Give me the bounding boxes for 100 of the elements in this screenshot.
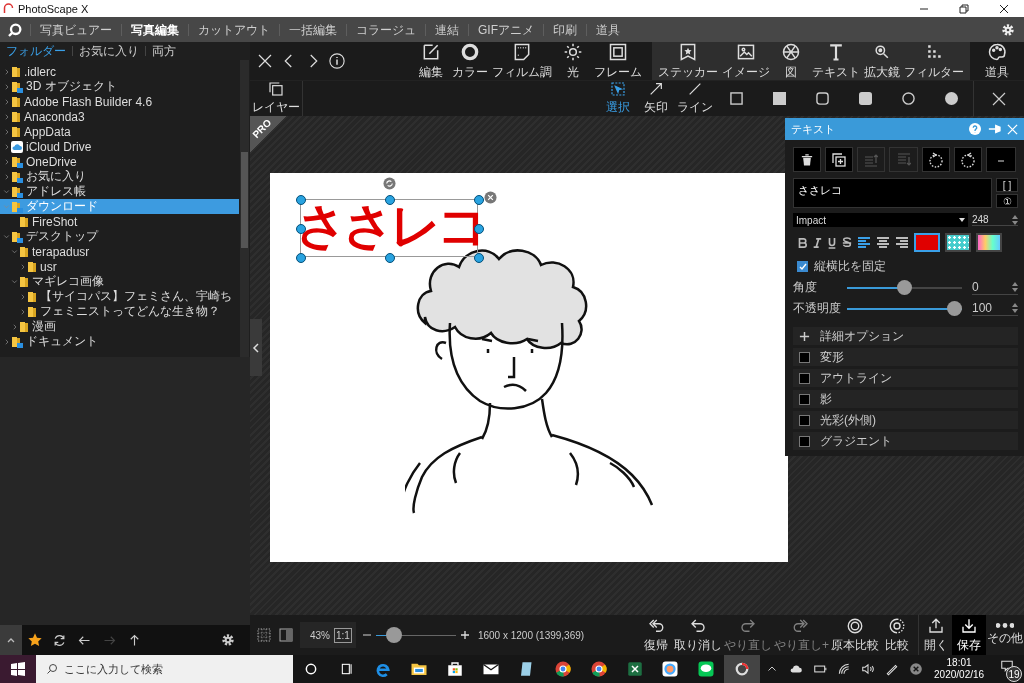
effect-option[interactable]: グラジエント <box>793 432 1018 450</box>
actual-size-button[interactable]: 1:1 <box>334 627 352 643</box>
slider-value-field[interactable]: 100 <box>972 301 1018 316</box>
folder-tree-item[interactable]: お気に入り <box>0 169 239 184</box>
rotate-left-button[interactable] <box>921 147 950 172</box>
bracket-button[interactable]: [ ] <box>996 178 1018 192</box>
chevron-icon[interactable] <box>2 187 11 196</box>
numbering-button[interactable]: ① <box>996 194 1018 208</box>
action-button[interactable]: 復帰 <box>639 615 673 655</box>
tool-button[interactable]: イメージ <box>720 42 772 80</box>
checkbox[interactable] <box>799 414 810 426</box>
checkbox[interactable] <box>799 435 810 447</box>
more-options-row[interactable]: 詳細オプション <box>793 327 1018 345</box>
tool-button[interactable]: 図 <box>772 42 810 80</box>
folder-tree-item[interactable]: フェミニストってどんな生き物？ <box>0 304 239 319</box>
menu-tab[interactable]: 一括編集 <box>279 23 346 36</box>
action-button[interactable]: 保存 <box>952 615 986 655</box>
collapse-panel-button[interactable] <box>250 319 262 376</box>
action-button[interactable]: その他 <box>986 615 1024 655</box>
clock[interactable]: 18:01 2020/02/16 <box>928 657 991 681</box>
action-button[interactable]: 比較 <box>880 615 914 655</box>
effect-option[interactable]: 光彩(外側) <box>793 411 1018 429</box>
checkbox[interactable] <box>799 372 810 384</box>
folder-tree-item[interactable]: Adobe Flash Builder 4.6 <box>0 94 239 109</box>
folder-tree-item[interactable]: .idlerc <box>0 64 239 79</box>
chevron-icon[interactable] <box>10 277 19 286</box>
menu-tab[interactable]: 連結 <box>425 23 468 36</box>
delete-button[interactable] <box>793 147 822 172</box>
align-button[interactable] <box>876 236 890 249</box>
tool-button[interactable]: 編集 <box>412 42 450 80</box>
start-button[interactable] <box>0 655 36 683</box>
checkbox[interactable] <box>799 351 810 363</box>
tool-button[interactable]: 光 <box>554 42 592 80</box>
resize-handle[interactable] <box>296 195 306 205</box>
tool-button[interactable]: フィルム調 <box>490 42 554 80</box>
gradient-swatch[interactable] <box>976 233 1002 252</box>
align-button[interactable] <box>857 236 871 249</box>
tool-button[interactable]: 道具 <box>970 42 1024 80</box>
folder-tree-item[interactable]: 漫画 <box>0 319 239 334</box>
text-input[interactable]: ささレコ <box>793 178 992 208</box>
menu-tab[interactable]: 写真ビュアー <box>30 23 121 36</box>
folder-tree-item[interactable]: usr <box>0 259 239 274</box>
slider[interactable] <box>847 280 962 295</box>
draw-tool-button[interactable]: 矢印 <box>637 81 675 116</box>
folder-tree-item[interactable]: Anaconda3 <box>0 109 239 124</box>
folder-tree-item[interactable]: AppData <box>0 124 239 139</box>
checkbox[interactable] <box>797 261 808 272</box>
slider[interactable] <box>847 301 962 316</box>
effect-option[interactable]: 変形 <box>793 348 1018 366</box>
folder-tree-item[interactable]: terapadusr <box>0 244 239 259</box>
folder-tree-item[interactable]: OneDrive <box>0 154 239 169</box>
align-button[interactable] <box>895 236 909 249</box>
resize-handle[interactable] <box>385 195 395 205</box>
taskbar-icon[interactable] <box>724 655 761 683</box>
tool-button[interactable]: テキスト <box>810 42 862 80</box>
browser-tab[interactable]: フォルダー <box>0 46 72 56</box>
folder-tree-item[interactable]: 【サイコパス】フェミさん、宇崎ち <box>0 289 239 304</box>
chevron-icon[interactable] <box>10 247 19 256</box>
taskbar-search-field[interactable]: ここに入力して検索 <box>35 655 293 683</box>
resize-handle[interactable] <box>385 253 395 263</box>
folder-tree-item[interactable]: アドレス帳 <box>0 184 239 199</box>
chevron-icon[interactable] <box>2 232 11 241</box>
tool-button[interactable]: フレーム <box>592 42 644 80</box>
menu-tab[interactable]: 道具 <box>586 23 629 36</box>
menu-tab[interactable]: コラージュ <box>346 23 425 36</box>
resize-handle[interactable] <box>474 253 484 263</box>
notification-button[interactable]: 19 <box>990 655 1024 683</box>
tool-button[interactable]: フィルター <box>902 42 966 80</box>
folder-tree-item[interactable]: iCloud Drive <box>0 139 239 154</box>
menu-tab[interactable]: 印刷 <box>543 23 586 36</box>
folder-tree-item[interactable]: デスクトップ <box>0 229 239 244</box>
menu-tab[interactable]: 写真編集 <box>121 23 188 36</box>
color-swatch[interactable] <box>914 233 940 252</box>
menu-tab[interactable]: カットアウト <box>188 23 279 36</box>
browser-tab[interactable]: お気に入り <box>72 46 145 56</box>
browser-tab[interactable]: 両方 <box>145 46 182 56</box>
action-button[interactable]: 取り消し <box>673 615 723 655</box>
draw-tool-button[interactable]: 選択 <box>599 81 637 116</box>
effect-option[interactable]: 影 <box>793 390 1018 408</box>
resize-handle[interactable] <box>296 253 306 263</box>
slider-value-field[interactable]: 0 <box>972 280 1018 295</box>
scrollbar[interactable] <box>240 60 249 357</box>
tool-button[interactable]: ステッカー <box>656 42 720 80</box>
duplicate-button[interactable] <box>825 147 854 172</box>
folder-tree-item[interactable]: FireShot <box>0 214 239 229</box>
folder-tree-item[interactable]: マギレコ画像 <box>0 274 239 289</box>
action-button[interactable]: 原本比較 <box>830 615 880 655</box>
folder-tree-item[interactable]: 3D オブジェクト <box>0 79 239 94</box>
rotate-right-button[interactable] <box>953 147 982 172</box>
tool-button[interactable]: 拡大鏡 <box>862 42 902 80</box>
folder-tree-item[interactable]: ドキュメント <box>0 334 239 349</box>
font-dropdown[interactable]: Impact <box>793 213 968 227</box>
zoom-slider[interactable] <box>375 627 456 643</box>
tool-button[interactable]: カラー <box>450 42 490 80</box>
draw-tool-button[interactable]: ライン <box>675 81 715 116</box>
menu-tab[interactable]: GIFアニメ <box>468 23 543 36</box>
canvas-text[interactable]: ささレコ <box>296 195 484 257</box>
effect-option[interactable]: アウトライン <box>793 369 1018 387</box>
resize-handle[interactable] <box>474 195 484 205</box>
pattern-swatch[interactable] <box>945 233 971 252</box>
